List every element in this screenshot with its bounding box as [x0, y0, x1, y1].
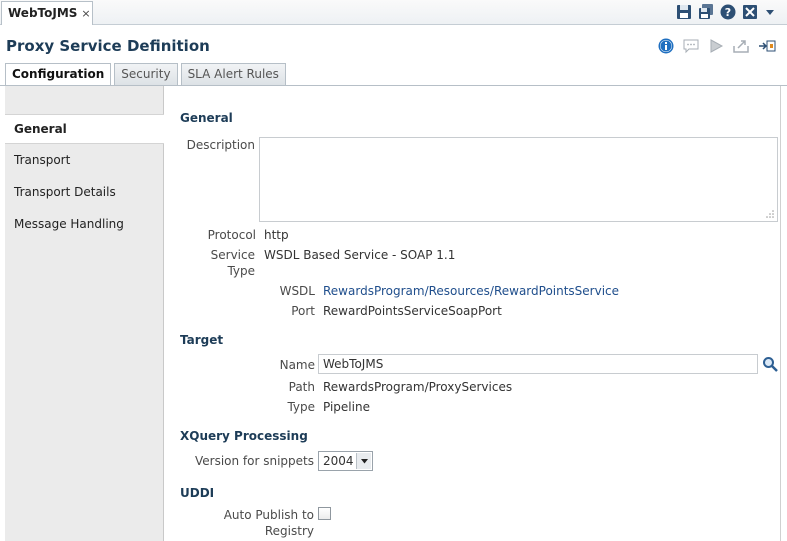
protocol-label: Protocol — [207, 228, 256, 242]
help-icon[interactable]: ? — [720, 4, 737, 21]
resize-grip-icon[interactable] — [766, 210, 774, 218]
comment-icon[interactable] — [683, 38, 700, 55]
document-tab[interactable]: WebToJMS × — [1, 1, 93, 25]
path-label: Path — [288, 380, 315, 394]
close-all-icon[interactable] — [742, 4, 759, 21]
port-label: Port — [291, 304, 315, 318]
content-right-border — [780, 86, 781, 541]
version-label: Version for snippets — [194, 454, 314, 468]
protocol-value: http — [264, 228, 289, 242]
sidebar-item-transport[interactable]: Transport — [5, 146, 164, 176]
general-heading: General — [180, 111, 233, 125]
search-icon[interactable] — [762, 356, 778, 375]
sidebar-item-general[interactable]: General — [5, 114, 164, 144]
run-icon[interactable] — [708, 38, 725, 55]
save-all-icon[interactable] — [698, 4, 715, 21]
description-field[interactable] — [259, 137, 778, 222]
port-value: RewardPointsServiceSoapPort — [323, 304, 502, 318]
definition-tabs: Configuration Security SLA Alert Rules — [5, 63, 286, 86]
launch-test-icon[interactable] — [758, 38, 776, 55]
service-type-label-line1: Service — [210, 248, 255, 262]
name-input[interactable]: WebToJMS — [318, 354, 758, 374]
dropdown-arrow-icon[interactable] — [764, 4, 781, 21]
document-tab-label: WebToJMS — [8, 6, 78, 20]
service-type-value: WSDL Based Service - SOAP 1.1 — [264, 248, 456, 262]
version-select[interactable]: 2004 — [318, 451, 373, 471]
type-label: Type — [287, 400, 315, 414]
editor-toolbar: ? — [676, 4, 781, 21]
sidebar: General Transport Transport Details Mess… — [5, 86, 164, 541]
auto-publish-checkbox[interactable] — [318, 507, 331, 520]
version-select-value: 2004 — [323, 454, 354, 468]
path-value: RewardsProgram/ProxyServices — [323, 380, 513, 394]
tab-sla-alert-rules[interactable]: SLA Alert Rules — [180, 63, 286, 85]
svg-text:?: ? — [725, 6, 731, 19]
info-icon[interactable] — [658, 38, 675, 55]
sidebar-item-message-handling[interactable]: Message Handling — [5, 210, 164, 240]
type-value: Pipeline — [323, 400, 370, 414]
wsdl-label: WSDL — [279, 284, 315, 298]
editor-tab-strip: WebToJMS × ? — [0, 0, 787, 25]
auto-publish-label-line2: Registry — [264, 524, 314, 538]
auto-publish-label-line1: Auto Publish to — [223, 508, 314, 522]
tab-security[interactable]: Security — [114, 63, 178, 85]
wsdl-link[interactable]: RewardsProgram/Resources/RewardPointsSer… — [323, 284, 619, 298]
service-type-label-line2: Type — [227, 264, 255, 278]
chevron-down-icon[interactable] — [356, 453, 371, 469]
sidebar-item-transport-details[interactable]: Transport Details — [5, 178, 164, 208]
target-heading: Target — [180, 333, 224, 347]
xquery-heading: XQuery Processing — [180, 429, 308, 443]
tab-configuration[interactable]: Configuration — [5, 63, 112, 86]
close-tab-icon[interactable]: × — [81, 7, 90, 20]
uddi-heading: UDDI — [180, 486, 215, 500]
description-label: Description — [186, 138, 255, 152]
export-icon[interactable] — [733, 38, 750, 55]
name-label: Name — [279, 358, 315, 372]
save-icon[interactable] — [676, 4, 693, 21]
header-actions — [658, 38, 776, 55]
page-title: Proxy Service Definition — [6, 37, 210, 55]
